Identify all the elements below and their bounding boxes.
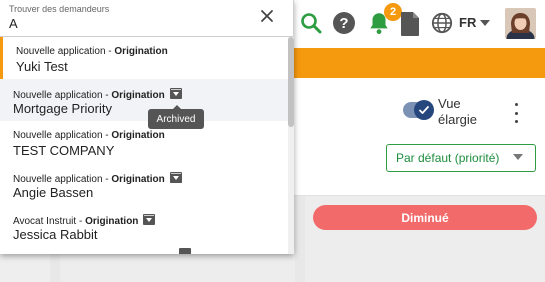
chevron-down-icon <box>513 154 523 160</box>
result-meta: Nouvelle application - Origination <box>13 172 182 185</box>
result-item[interactable]: Nouvelle application - Origination Mortg… <box>0 79 288 121</box>
result-name: Yuki Test <box>16 59 68 74</box>
result-name: Angie Bassen <box>13 185 94 200</box>
result-stage: Origination <box>85 216 139 227</box>
result-separator: - <box>76 216 86 227</box>
result-type: Avocat Instruit <box>13 216 77 227</box>
result-item[interactable]: Nouvelle application - Origination TEST … <box>0 121 288 163</box>
result-stage: Origination <box>111 130 165 141</box>
result-type: Nouvelle application <box>13 130 103 141</box>
globe-icon[interactable] <box>430 11 454 35</box>
result-item[interactable]: Avocat Instruit - Origination Jessica Ra… <box>0 205 288 247</box>
more-options-icon[interactable] <box>510 103 522 123</box>
archive-icon[interactable] <box>169 172 182 183</box>
result-stage: Origination <box>111 90 165 101</box>
result-name: Mortgage Priority <box>13 101 112 116</box>
sort-select[interactable]: Par défaut (priorité) <box>386 144 536 172</box>
archive-icon[interactable] <box>169 88 182 99</box>
chevron-down-icon[interactable] <box>480 20 490 26</box>
search-icon[interactable] <box>297 9 325 37</box>
search-field-label: Trouver des demandeurs <box>9 4 110 14</box>
result-item[interactable]: Nouvelle application - Origination Angie… <box>0 163 288 205</box>
result-meta: Nouvelle application - Origination <box>16 46 168 57</box>
expanded-view-label: Vue élargie <box>438 96 478 127</box>
result-meta: Nouvelle application - Origination <box>13 130 165 141</box>
archive-icon <box>179 248 191 254</box>
status-pill: Diminué <box>313 205 537 230</box>
user-avatar[interactable] <box>505 8 536 39</box>
result-stage: Origination <box>111 174 165 185</box>
archived-tooltip: Archived <box>148 105 204 129</box>
applicant-search-panel: Trouver des demandeurs A Nouvelle applic… <box>0 0 294 254</box>
close-icon[interactable] <box>258 7 276 25</box>
language-selector[interactable]: FR <box>459 15 476 30</box>
result-type: Nouvelle application <box>13 90 103 101</box>
search-input[interactable]: A <box>9 16 18 31</box>
checkmark-icon[interactable] <box>414 100 434 120</box>
result-name: TEST COMPANY <box>13 143 115 158</box>
result-stage: Origination <box>114 46 168 57</box>
document-icon[interactable] <box>399 10 421 38</box>
result-meta: Nouvelle application - Origination <box>13 88 182 101</box>
search-field[interactable]: Trouver des demandeurs A <box>0 0 294 37</box>
search-results-list: Nouvelle application - Origination Yuki … <box>0 37 294 254</box>
help-icon[interactable]: ? <box>331 10 357 36</box>
svg-text:?: ? <box>339 15 348 32</box>
archive-icon[interactable] <box>143 214 156 225</box>
result-type: Nouvelle application <box>13 174 103 185</box>
sort-select-value: Par défaut (priorité) <box>396 151 500 165</box>
result-type: Nouvelle application <box>16 46 106 57</box>
scrollbar-thumb[interactable] <box>288 37 294 127</box>
result-meta: Avocat Instruit - Origination <box>13 214 156 227</box>
result-name: Jessica Rabbit <box>13 227 98 242</box>
result-item[interactable]: Nouvelle application - Origination Yuki … <box>0 37 288 79</box>
